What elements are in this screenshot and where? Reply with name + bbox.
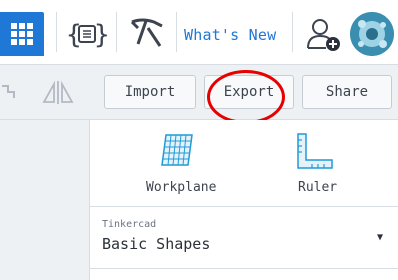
mirror-icon: [42, 80, 74, 104]
topbar-divider: [56, 12, 57, 52]
app-grid-button[interactable]: [0, 12, 44, 56]
add-user-icon: [307, 19, 340, 51]
ruler-tool[interactable]: [296, 132, 336, 176]
left-canvas-strip: [0, 120, 89, 280]
export-button[interactable]: Export: [204, 75, 294, 109]
svg-text:}: }: [94, 20, 108, 49]
workplane-label: Workplane: [146, 180, 217, 195]
panel-divider: [90, 268, 398, 269]
codeblocks-button[interactable]: { }: [66, 19, 110, 53]
group-button[interactable]: [2, 82, 18, 106]
topbar-divider: [292, 12, 293, 52]
whats-new-link[interactable]: What's New: [184, 26, 276, 44]
codeblocks-icon: { }: [66, 20, 110, 50]
simlab-icon: [130, 18, 163, 47]
avatar-image: [350, 12, 394, 56]
shapes-panel: [90, 120, 398, 280]
topbar-divider: [176, 12, 177, 52]
ruler-label: Ruler: [298, 180, 338, 195]
workplane-icon: [161, 134, 193, 166]
group-icon: [2, 85, 15, 98]
library-source-label: Tinkercad: [102, 219, 157, 230]
chevron-down-icon[interactable]: ▼: [377, 232, 383, 243]
mirror-button[interactable]: [40, 80, 76, 108]
import-button[interactable]: Import: [104, 75, 196, 109]
share-button[interactable]: Share: [302, 75, 392, 109]
simlab-button[interactable]: [128, 16, 168, 54]
shape-library-dropdown[interactable]: Basic Shapes: [102, 235, 210, 253]
panel-divider: [90, 206, 398, 207]
ruler-icon: [297, 133, 333, 169]
topbar-divider: [116, 12, 117, 52]
grid-icon: [11, 23, 33, 45]
workplane-tool[interactable]: [160, 133, 194, 173]
user-avatar[interactable]: [350, 12, 394, 56]
invite-user-button[interactable]: [306, 18, 342, 56]
